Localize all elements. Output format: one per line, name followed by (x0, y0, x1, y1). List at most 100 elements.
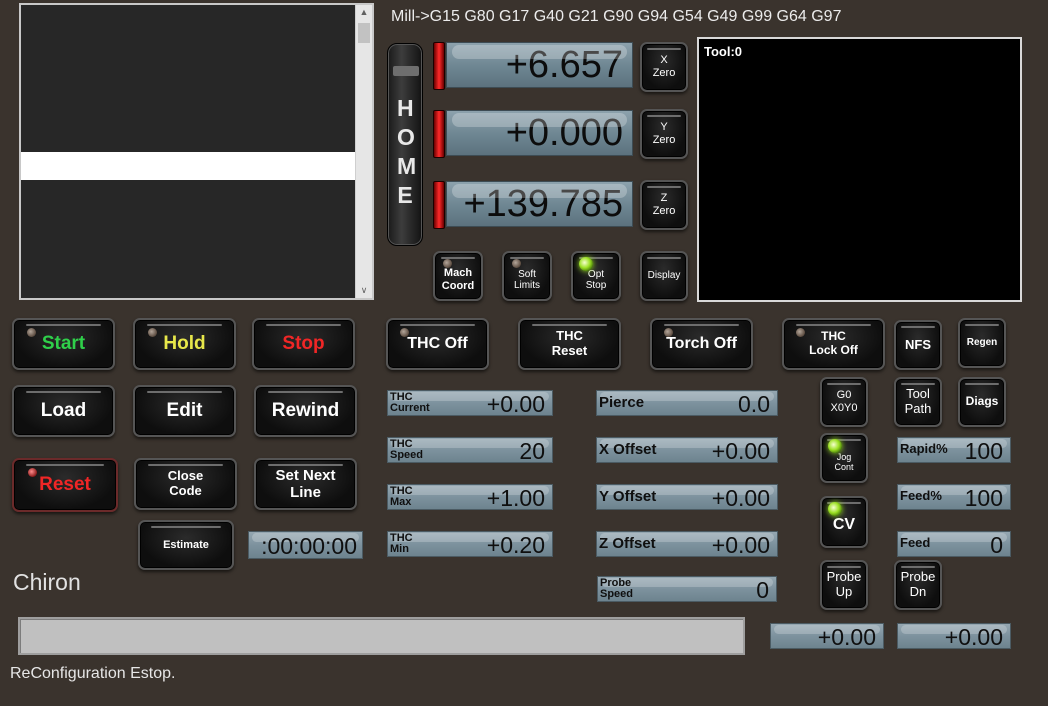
stop-button[interactable]: Stop (252, 318, 355, 370)
tool-number: Tool:0 (704, 44, 743, 59)
probe-speed-value[interactable]: 0 (756, 578, 769, 602)
display-button[interactable]: Display (640, 251, 688, 301)
thc-speed-field[interactable]: THC Speed 20 (387, 437, 553, 463)
gcode-scrollbar[interactable]: ▲ ∨ (355, 5, 372, 298)
current-line-highlight (21, 152, 355, 180)
status-message: ReConfiguration Estop. (10, 665, 176, 682)
z-ref-led (433, 181, 445, 229)
nfs-label: NFS (905, 336, 931, 352)
thc-lock-off-label: THC Lock Off (809, 329, 858, 357)
z-dro[interactable]: +139.785 (446, 181, 633, 227)
run-time-field: :00:00:00 (248, 531, 363, 559)
z-offset-value[interactable]: +0.00 (712, 533, 770, 557)
y-zero-button[interactable]: Y Zero (640, 109, 688, 159)
set-next-line-label: Set Next Line (275, 466, 336, 501)
mach-coord-button[interactable]: Mach Coord (433, 251, 483, 301)
regen-button[interactable]: Regen (958, 318, 1006, 368)
mach-coord-led (443, 259, 452, 268)
reset-button[interactable]: Reset (12, 458, 118, 512)
thc-off-led (400, 328, 409, 337)
feed-percent-value[interactable]: 100 (965, 486, 1003, 510)
rapid-percent-field[interactable]: Rapid% 100 (897, 437, 1011, 463)
diags-button[interactable]: Diags (958, 377, 1006, 427)
thc-max-field[interactable]: THC Max +1.00 (387, 484, 553, 510)
probe-dn-button[interactable]: Probe Dn (894, 560, 942, 610)
y-dro[interactable]: +0.000 (446, 110, 633, 156)
pierce-field[interactable]: Pierce 0.0 (596, 390, 778, 416)
y-offset-field[interactable]: Y Offset +0.00 (596, 484, 778, 510)
scrollbar-thumb[interactable] (358, 23, 370, 43)
z-offset-label: Z Offset (599, 535, 656, 552)
thc-min-field[interactable]: THC Min +0.20 (387, 531, 553, 557)
probe-up-button[interactable]: Probe Up (820, 560, 868, 610)
display-label: Display (647, 270, 681, 282)
edit-label: Edit (166, 400, 203, 422)
cv-button[interactable]: CV (820, 496, 868, 548)
machine-name: Chiron (13, 569, 81, 595)
jog-cont-button[interactable]: Jog Cont (820, 433, 868, 483)
nfs-button[interactable]: NFS (894, 320, 942, 370)
thc-max-label: THC Max (390, 485, 413, 508)
probe-dn-label: Probe Dn (900, 569, 936, 599)
thc-max-value[interactable]: +1.00 (487, 486, 545, 510)
pierce-value[interactable]: 0.0 (738, 392, 770, 416)
run-time-value: :00:00:00 (261, 533, 357, 559)
bottom-value-2: +0.00 (897, 623, 1011, 649)
thc-off-label: THC Off (407, 334, 468, 352)
load-button[interactable]: Load (12, 385, 115, 437)
x-ref-led (433, 42, 445, 90)
torch-off-button[interactable]: Torch Off (650, 318, 753, 370)
home-grip-icon (393, 66, 419, 76)
thc-off-button[interactable]: THC Off (386, 318, 489, 370)
torch-off-led (664, 328, 673, 337)
z-zero-label: Z Zero (652, 192, 676, 217)
regen-label: Regen (966, 337, 998, 349)
feed-percent-field[interactable]: Feed% 100 (897, 484, 1011, 510)
thc-current-label: THC Current (390, 391, 430, 414)
x-offset-field[interactable]: X Offset +0.00 (596, 437, 778, 463)
thc-reset-button[interactable]: THC Reset (518, 318, 621, 370)
z-zero-button[interactable]: Z Zero (640, 180, 688, 230)
reset-led (28, 468, 37, 477)
opt-stop-button[interactable]: Opt Stop (571, 251, 621, 301)
g0-x0y0-label: G0 X0Y0 (830, 389, 858, 414)
rewind-label: Rewind (271, 400, 340, 422)
home-label: HOME (397, 95, 417, 208)
home-button[interactable]: HOME (387, 43, 423, 246)
jog-cont-led (828, 439, 842, 453)
close-code-button[interactable]: Close Code (134, 458, 237, 510)
y-offset-value[interactable]: +0.00 (712, 486, 770, 510)
x-dro[interactable]: +6.657 (446, 42, 633, 88)
scroll-up-icon[interactable]: ▲ (356, 7, 372, 17)
edit-button[interactable]: Edit (133, 385, 236, 437)
scroll-down-icon[interactable]: ∨ (356, 285, 372, 296)
toolpath-display[interactable]: Tool:0 (697, 37, 1022, 302)
set-next-line-button[interactable]: Set Next Line (254, 458, 357, 510)
feed-value[interactable]: 0 (990, 533, 1003, 557)
g0-x0y0-button[interactable]: G0 X0Y0 (820, 377, 868, 427)
probe-speed-field[interactable]: Probe Speed 0 (597, 576, 777, 602)
x-zero-button[interactable]: X Zero (640, 42, 688, 92)
hold-label: Hold (163, 333, 206, 355)
start-label: Start (41, 333, 86, 355)
feed-field[interactable]: Feed 0 (897, 531, 1011, 557)
thc-lock-off-button[interactable]: THC Lock Off (782, 318, 885, 370)
hold-button[interactable]: Hold (133, 318, 236, 370)
feed-percent-label: Feed% (900, 488, 942, 503)
estimate-button[interactable]: Estimate (138, 520, 234, 570)
soft-limits-label: Soft Limits (513, 268, 541, 292)
soft-limits-button[interactable]: Soft Limits (502, 251, 552, 301)
soft-limits-led (512, 259, 521, 268)
thc-min-value[interactable]: +0.20 (487, 533, 545, 557)
gcode-listbox[interactable]: ▲ ∨ (19, 3, 374, 300)
thc-speed-value[interactable]: 20 (519, 439, 545, 463)
z-offset-field[interactable]: Z Offset +0.00 (596, 531, 778, 557)
rapid-percent-value[interactable]: 100 (965, 439, 1003, 463)
x-offset-value[interactable]: +0.00 (712, 439, 770, 463)
tool-path-button[interactable]: Tool Path (894, 377, 942, 427)
pierce-label: Pierce (599, 394, 645, 411)
thc-min-label: THC Min (390, 532, 413, 555)
thc-lock-off-led (796, 328, 805, 337)
start-button[interactable]: Start (12, 318, 115, 370)
rewind-button[interactable]: Rewind (254, 385, 357, 437)
